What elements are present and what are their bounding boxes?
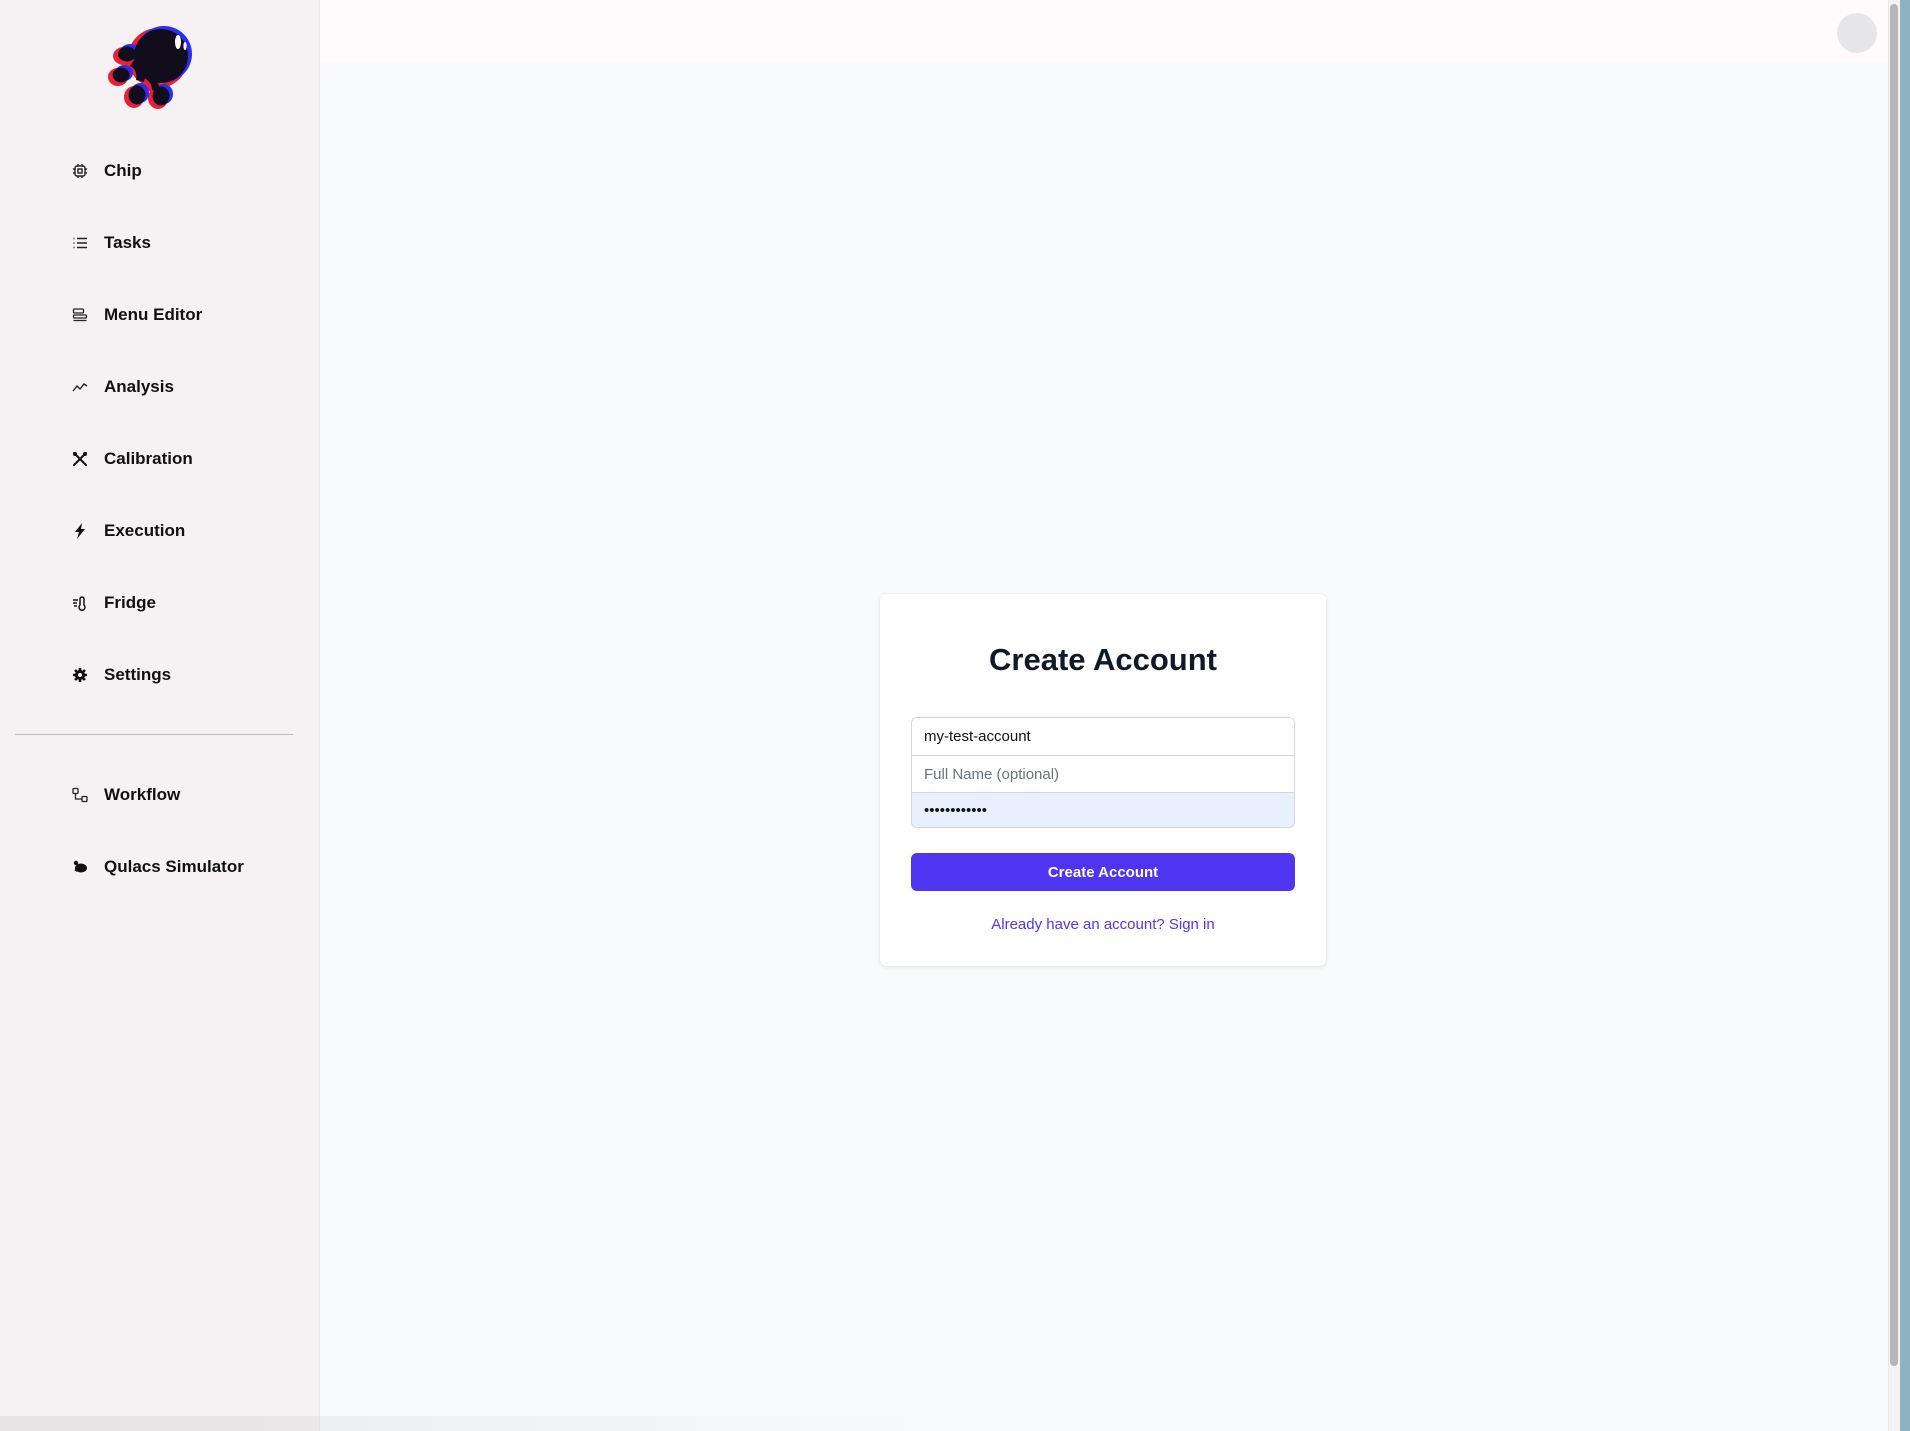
sidebar-divider [15, 734, 293, 735]
sidebar-item-label: Settings [104, 665, 172, 684]
password-field[interactable] [912, 792, 1294, 827]
sidebar: Chip Tasks Menu Editor Analysis Calibrat… [0, 0, 320, 1431]
sidebar-item-label: Tasks [104, 233, 151, 252]
avatar[interactable] [1837, 13, 1877, 53]
thermometer-icon [64, 593, 96, 613]
sign-in-link[interactable]: Already have an account? Sign in [880, 916, 1326, 933]
chip-icon [64, 161, 96, 181]
sidebar-item-execution[interactable]: Execution [64, 511, 304, 551]
bottom-shadow [0, 1416, 940, 1431]
menu-editor-icon [64, 305, 96, 325]
sidebar-item-label: Workflow [104, 785, 181, 804]
create-account-card: Create Account Create Account Already ha… [880, 594, 1326, 966]
gear-icon [64, 665, 96, 685]
account-fields-group [911, 717, 1295, 828]
username-field[interactable] [912, 718, 1294, 755]
chart-line-icon [64, 377, 96, 397]
sidebar-item-chip[interactable]: Chip [64, 151, 304, 191]
top-bar [320, 0, 1888, 62]
sidebar-item-fridge[interactable]: Fridge [64, 583, 304, 623]
octopus-logo-icon[interactable] [104, 22, 204, 114]
sidebar-item-label: Qulacs Simulator [104, 857, 244, 876]
sidebar-item-label: Menu Editor [104, 305, 203, 324]
sidebar-item-label: Execution [104, 521, 186, 540]
page-title: Create Account [989, 642, 1217, 677]
create-account-button[interactable]: Create Account [911, 853, 1295, 891]
list-icon [64, 233, 96, 253]
window-edge [1900, 0, 1910, 1431]
sidebar-item-calibration[interactable]: Calibration [64, 439, 304, 479]
full-name-field[interactable] [912, 755, 1294, 792]
sidebar-item-label: Chip [104, 161, 142, 180]
scrollbar-thumb[interactable] [1890, 4, 1898, 1366]
simulator-icon [64, 857, 96, 877]
sidebar-item-label: Fridge [104, 593, 156, 612]
sidebar-item-qulacs-simulator[interactable]: Qulacs Simulator [64, 847, 304, 887]
app-window: Chip Tasks Menu Editor Analysis Calibrat… [0, 0, 1910, 1431]
bolt-icon [64, 521, 96, 541]
sidebar-item-menu-editor[interactable]: Menu Editor [64, 295, 304, 335]
sidebar-item-label: Calibration [104, 449, 193, 468]
sidebar-item-label: Analysis [104, 377, 174, 396]
sidebar-item-analysis[interactable]: Analysis [64, 367, 304, 407]
sidebar-item-settings[interactable]: Settings [64, 655, 304, 695]
tools-icon [64, 449, 96, 469]
sidebar-item-workflow[interactable]: Workflow [64, 775, 304, 815]
workflow-icon [64, 785, 96, 805]
sidebar-item-tasks[interactable]: Tasks [64, 223, 304, 263]
